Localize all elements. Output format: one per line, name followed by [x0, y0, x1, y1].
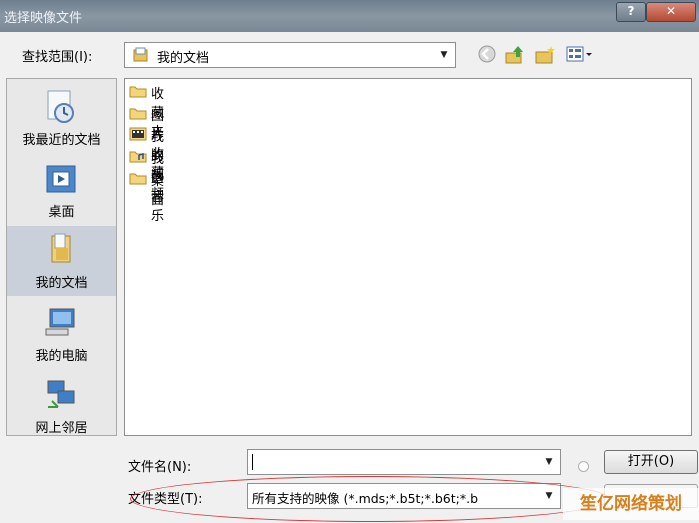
read-only-radio[interactable] — [578, 461, 589, 472]
music-folder-icon — [129, 149, 147, 167]
place-label: 我的文档 — [35, 276, 88, 291]
folder-icon — [129, 106, 147, 124]
video-folder-icon — [129, 127, 147, 145]
open-button[interactable]: 打开(O) — [604, 450, 698, 474]
chevron-down-icon[interactable]: ▼ — [539, 451, 559, 473]
look-in-dropdown[interactable]: 我的文档 ▼ — [124, 42, 456, 68]
file-name: 桌面 — [151, 174, 165, 208]
annotation-ellipse — [130, 476, 610, 522]
file-list: 收藏夹 图片收藏 我的视频 我的音乐 桌面 — [124, 78, 692, 436]
my-computer-icon — [44, 305, 78, 345]
place-desktop[interactable]: 桌面 — [7, 155, 116, 225]
place-label: 网上邻居 — [35, 421, 88, 436]
place-my-computer[interactable]: 我的电脑 — [7, 299, 116, 369]
place-network[interactable]: 网上邻居 — [7, 371, 116, 441]
folder-icon — [129, 84, 147, 102]
watermark: 笙亿网络策划 — [563, 488, 699, 520]
back-icon[interactable] — [476, 44, 498, 66]
window-title: 选择映像文件 — [4, 11, 83, 26]
help-button[interactable]: ? — [616, 2, 646, 22]
new-folder-icon[interactable] — [534, 44, 556, 66]
close-button[interactable]: ✕ — [646, 2, 696, 22]
place-label: 我的电脑 — [35, 349, 88, 364]
place-label: 我最近的文档 — [22, 133, 101, 148]
file-name-label: 文件名(N): — [128, 460, 192, 475]
place-recent-documents[interactable]: 我最近的文档 — [7, 83, 116, 153]
views-menu-icon[interactable] — [564, 44, 594, 66]
place-label: 桌面 — [48, 205, 75, 220]
my-documents-icon — [44, 232, 78, 272]
place-my-documents[interactable]: 我的文档 — [7, 226, 116, 296]
places-bar: 我最近的文档 桌面 我的文档 我的电脑 网上邻居 — [6, 78, 117, 436]
my-documents-icon — [133, 47, 149, 67]
network-places-icon — [44, 377, 78, 417]
title-bar: 选择映像文件 ? ✕ — [0, 0, 699, 32]
file-name-input[interactable]: ▼ — [247, 449, 561, 475]
up-folder-icon[interactable] — [504, 44, 526, 66]
text-caret — [252, 454, 253, 470]
look-in-label: 查找范围(I): — [22, 50, 93, 65]
recent-documents-icon — [44, 89, 78, 129]
look-in-value: 我的文档 — [157, 51, 210, 66]
desktop-icon — [44, 161, 78, 201]
chevron-down-icon[interactable]: ▼ — [434, 44, 454, 66]
folder-icon — [129, 171, 147, 189]
